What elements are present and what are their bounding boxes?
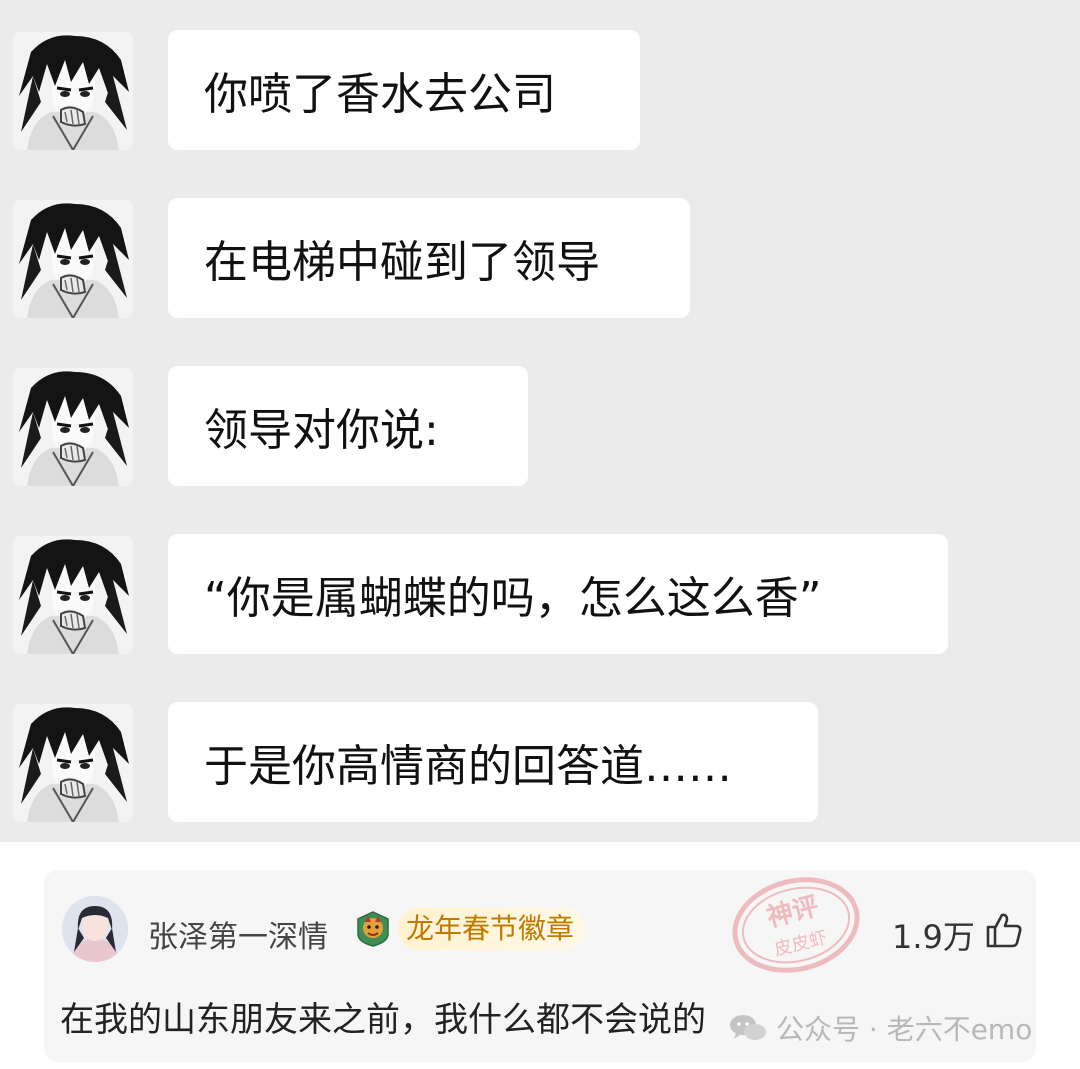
message-bubble: 于是你高情商的回答道…… <box>168 702 818 822</box>
like-count: 1.9万 <box>892 918 975 956</box>
stamp-line2: 皮皮虾 <box>772 927 829 960</box>
hot-comment-stamp: 神评 皮皮虾 <box>732 877 860 973</box>
watermark-label: 公众号 · 老六不emo <box>776 1013 1033 1046</box>
message-text: 你喷了香水去公司 <box>204 69 556 120</box>
holiday-badge[interactable]: 龙年春节徽章 <box>354 906 587 952</box>
dragon-badge-icon <box>357 911 389 947</box>
comment-text: 在我的山东朋友来之前，我什么都不会说的 <box>60 1000 706 1040</box>
chat-message: 你喷了香水去公司 <box>0 30 1080 150</box>
chat-message: 在电梯中碰到了领导 <box>0 198 1080 318</box>
avatar[interactable] <box>13 536 133 654</box>
message-text: 领导对你说: <box>204 405 439 456</box>
commenter-avatar[interactable] <box>62 896 128 962</box>
wechat-icon <box>730 1015 766 1040</box>
chat-message: 于是你高情商的回答道…… <box>0 702 1080 822</box>
message-text: “你是属蝴蝶的吗，怎么这么香” <box>204 573 822 624</box>
avatar[interactable] <box>13 368 133 486</box>
thumbs-up-icon[interactable] <box>984 910 1024 950</box>
stamp-line1: 神评 <box>764 892 822 934</box>
chat-screenshot: 你喷了香水去公司 在电梯中碰到了领导 领导对你说: “你是属蝴蝶的吗，怎么这么香… <box>0 0 1080 842</box>
watermark: 公众号 · 老六不emo <box>728 1008 1032 1048</box>
avatar[interactable] <box>13 200 133 318</box>
avatar[interactable] <box>13 32 133 150</box>
badge-label: 龙年春节徽章 <box>398 908 587 950</box>
message-bubble: 你喷了香水去公司 <box>168 30 640 150</box>
message-bubble: 在电梯中碰到了领导 <box>168 198 690 318</box>
message-text: 于是你高情商的回答道…… <box>204 741 732 792</box>
message-bubble: 领导对你说: <box>168 366 528 486</box>
chat-message: 领导对你说: <box>0 366 1080 486</box>
avatar[interactable] <box>13 704 133 822</box>
message-text: 在电梯中碰到了领导 <box>204 237 600 288</box>
message-bubble: “你是属蝴蝶的吗，怎么这么香” <box>168 534 948 654</box>
chat-message: “你是属蝴蝶的吗，怎么这么香” <box>0 534 1080 654</box>
commenter-username[interactable]: 张泽第一深情 <box>148 912 328 956</box>
